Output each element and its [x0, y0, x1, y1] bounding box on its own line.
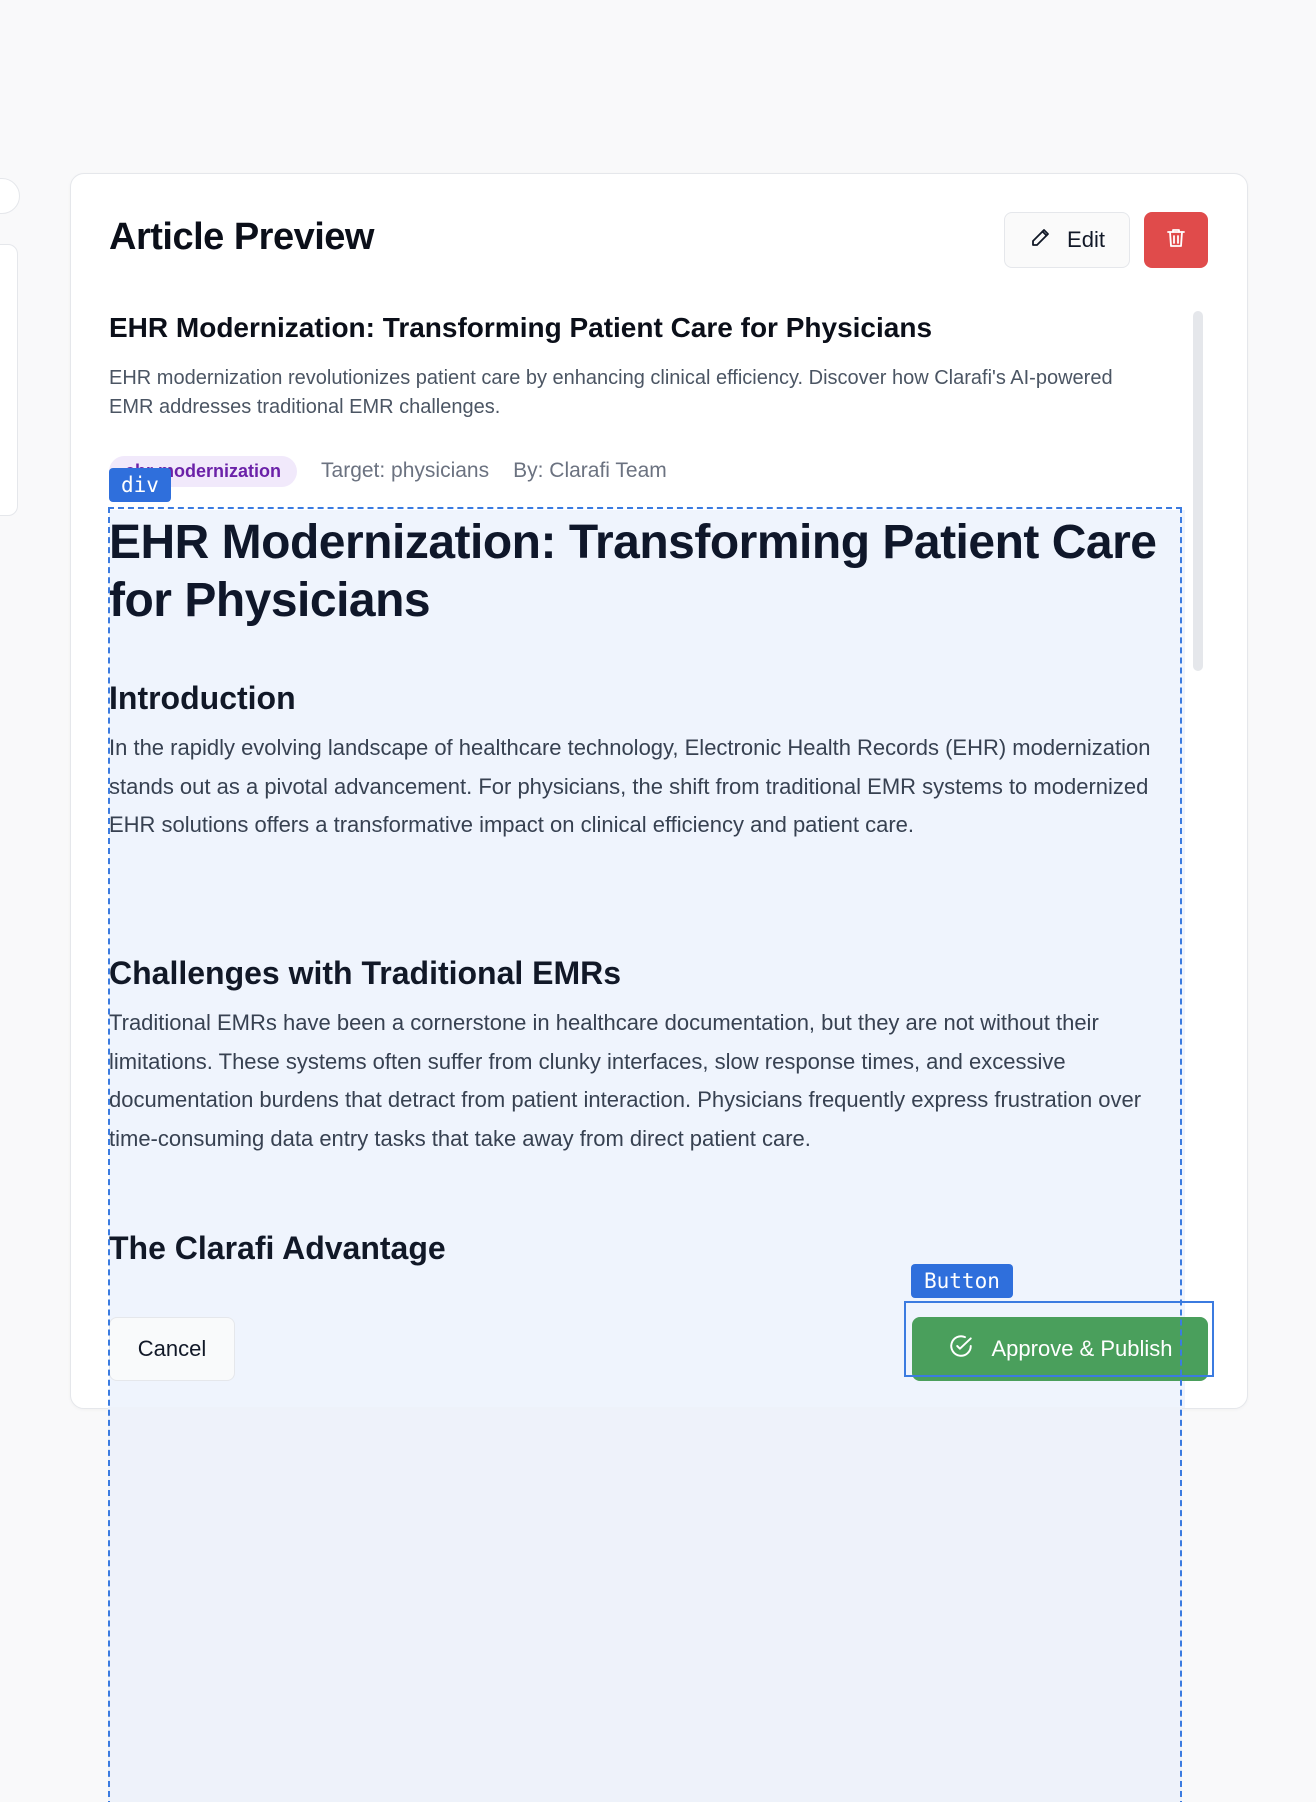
card-title: Article Preview: [109, 216, 374, 258]
pencil-icon: [1029, 225, 1053, 255]
author: By: Clarafi Team: [513, 459, 667, 482]
content-heading: EHR Modernization: Transforming Patient …: [109, 516, 1157, 627]
section-heading: Introduction: [109, 680, 296, 716]
inspector-div-label: div: [109, 468, 171, 502]
page: Article Preview Edit EHR Modernization: …: [0, 0, 1316, 1802]
inspector-overflow-highlight: [108, 1407, 1182, 1802]
approve-publish-label: Approve & Publish: [991, 1336, 1173, 1361]
edit-button-label: Edit: [1067, 227, 1105, 252]
edit-button[interactable]: Edit: [1004, 212, 1130, 268]
article-preview-card: Article Preview Edit EHR Modernization: …: [70, 173, 1248, 1409]
section-body: Traditional EMRs have been a cornerstone…: [109, 1010, 1142, 1151]
article-meta: ehr modernization Target: physicians By:…: [109, 454, 667, 488]
section-heading: The Clarafi Advantage: [109, 1230, 446, 1266]
article-summary: EHR modernization revolutionizes patient…: [109, 367, 1113, 418]
article-title: EHR Modernization: Transforming Patient …: [109, 312, 933, 343]
article-scroll-area[interactable]: EHR Modernization: Transforming Patient …: [109, 304, 1199, 1408]
delete-button[interactable]: [1144, 212, 1208, 268]
article-content: EHR Modernization: Transforming Patient …: [109, 510, 1185, 1408]
approve-publish-button[interactable]: Approve & Publish: [912, 1317, 1208, 1381]
section-heading: Challenges with Traditional EMRs: [109, 955, 622, 991]
background-pill: [0, 178, 20, 214]
check-circle-icon: [948, 1333, 974, 1365]
cancel-button[interactable]: Cancel: [109, 1317, 235, 1381]
background-panel: [0, 244, 18, 516]
dialog-footer: Cancel Approve & Publish: [71, 1304, 1247, 1408]
target-audience: Target: physicians: [321, 459, 490, 482]
trash-icon: [1164, 226, 1188, 255]
inspector-button-label: Button: [911, 1264, 1013, 1298]
section-body: In the rapidly evolving landscape of hea…: [109, 735, 1151, 837]
